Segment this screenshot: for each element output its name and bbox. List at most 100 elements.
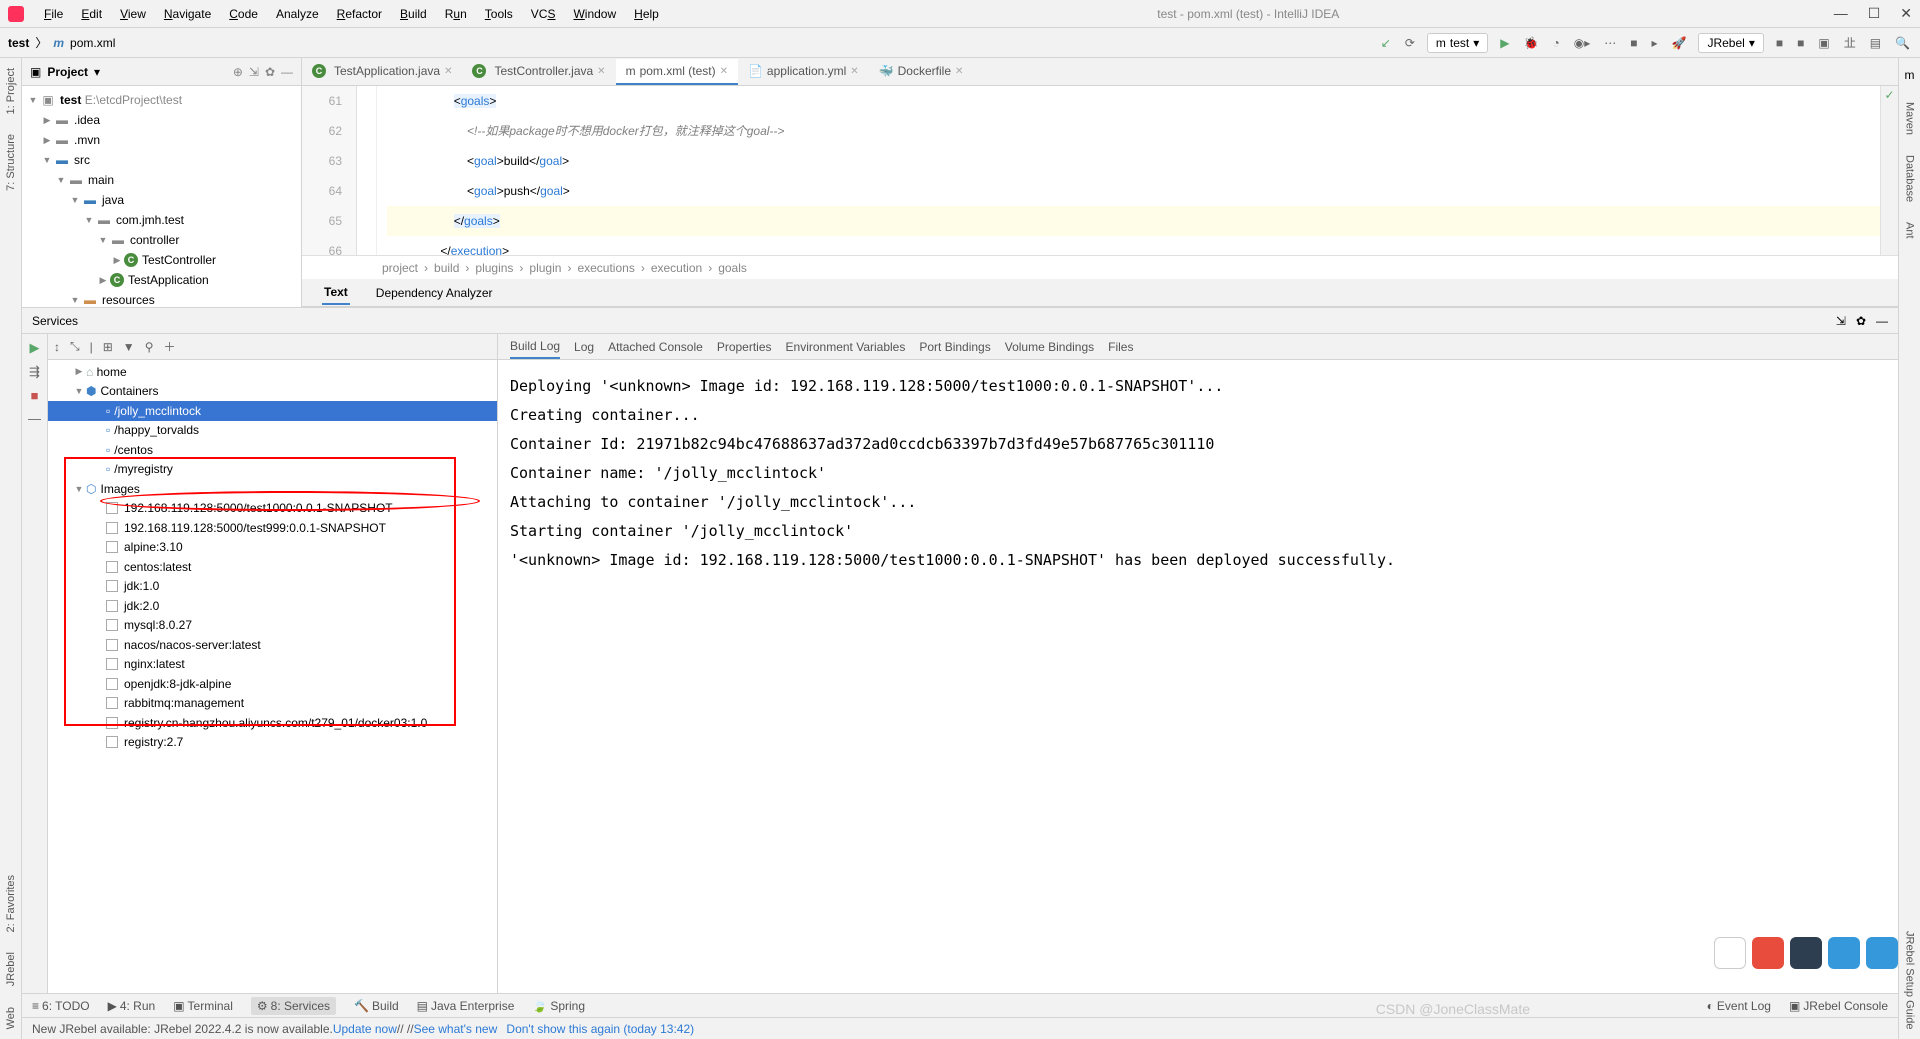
out-tab-env[interactable]: Environment Variables — [786, 336, 906, 358]
hide-icon[interactable]: — — [281, 65, 293, 79]
left-tab-web[interactable]: Web — [5, 1007, 17, 1029]
menu-file[interactable]: File — [40, 5, 67, 23]
collapse-icon[interactable]: ⇲ — [249, 65, 259, 79]
expand-icon[interactable]: ⇲ — [1836, 314, 1846, 328]
svc-image[interactable]: jdk:1.0 — [48, 577, 497, 597]
crumb[interactable]: goals — [718, 261, 747, 275]
left-tab-jrebel[interactable]: JRebel — [5, 952, 17, 986]
svc-image[interactable]: 192.168.119.128:5000/test1000:0.0.1-SNAP… — [48, 499, 497, 519]
out-tab-port[interactable]: Port Bindings — [919, 336, 990, 358]
tab-testapp[interactable]: CTestApplication.java✕ — [302, 59, 462, 85]
close-icon[interactable]: ✕ — [720, 66, 728, 77]
svc-image[interactable]: nginx:latest — [48, 655, 497, 675]
hide-icon[interactable]: — — [1876, 314, 1888, 328]
minimize-button[interactable]: — — [1834, 5, 1848, 22]
badge-icon[interactable] — [1866, 937, 1898, 969]
settings-icon[interactable]: ✿ — [265, 65, 275, 79]
run-config-combo[interactable]: mtest ▾ — [1427, 33, 1488, 53]
crumb[interactable]: build — [434, 261, 459, 275]
search-button[interactable]: 🔍 — [1893, 34, 1912, 52]
run-icon[interactable]: ▶ — [26, 340, 44, 356]
stop-icon[interactable]: ■ — [26, 388, 44, 403]
crumb[interactable]: executions — [577, 261, 634, 275]
status-update-link[interactable]: Update now — [333, 1022, 397, 1036]
tree-src[interactable]: ▼▬src — [22, 150, 301, 170]
gear-icon[interactable]: ✿ — [1856, 314, 1866, 328]
crumb-file[interactable]: pom.xml — [70, 36, 115, 50]
bt-terminal[interactable]: ▣ Terminal — [173, 999, 233, 1013]
svc-image[interactable]: centos:latest — [48, 557, 497, 577]
svc-home[interactable]: ▶⌂ home — [48, 362, 497, 382]
tree-controller[interactable]: ▼▬controller — [22, 230, 301, 250]
maximize-button[interactable]: ☐ — [1868, 5, 1881, 22]
out-tab-vol[interactable]: Volume Bindings — [1005, 336, 1094, 358]
menu-build[interactable]: Build — [396, 5, 431, 23]
menu-window[interactable]: Window — [569, 5, 620, 23]
crumb[interactable]: project — [382, 261, 418, 275]
subtab-text[interactable]: Text — [322, 281, 350, 305]
sync-button[interactable]: ⟳ — [1403, 34, 1417, 52]
close-button[interactable]: ✕ — [1900, 5, 1912, 22]
svc-image[interactable]: rabbitmq:management — [48, 694, 497, 714]
bt-spring[interactable]: 🍃 Spring — [532, 999, 585, 1013]
tab-testcontroller[interactable]: CTestController.java✕ — [462, 59, 615, 85]
debug-button[interactable]: 🐞 — [1522, 34, 1541, 52]
tree-java[interactable]: ▼▬java — [22, 190, 301, 210]
close-icon[interactable]: ✕ — [444, 66, 452, 77]
chevron-down-icon[interactable]: ▾ — [94, 65, 100, 79]
project-panel-title[interactable]: Project — [47, 65, 88, 79]
out-tab-files[interactable]: Files — [1108, 336, 1133, 358]
code-content[interactable]: <goals> <!--如果package时不想用docker打包，就注释掉这个… — [377, 86, 1880, 255]
collapse-all-icon[interactable]: ⤡ — [70, 339, 80, 354]
menu-refactor[interactable]: Refactor — [333, 5, 386, 23]
crumb[interactable]: execution — [651, 261, 702, 275]
right-tab-maven[interactable]: Maven — [1904, 102, 1916, 135]
jr-stop-button[interactable]: ■ — [1774, 34, 1785, 52]
menu-help[interactable]: Help — [630, 5, 663, 23]
tree-pkg[interactable]: ▼▬com.jmh.test — [22, 210, 301, 230]
status-whatsnew-link[interactable]: See what's new — [414, 1022, 498, 1036]
tree-mvn[interactable]: ▶▬.mvn — [22, 130, 301, 150]
tree-main[interactable]: ▼▬main — [22, 170, 301, 190]
svc-image[interactable]: registry:2.7 — [48, 733, 497, 753]
status-dontshow-link[interactable]: Don't show this again (today 13:42) — [506, 1022, 694, 1036]
tree-testapp[interactable]: ▶CTestApplication — [22, 270, 301, 290]
close-icon[interactable]: ✕ — [955, 66, 963, 77]
out-tab-log[interactable]: Log — [574, 336, 594, 358]
coverage-button[interactable]: ◔ — [1550, 34, 1561, 52]
right-tab-ant[interactable]: Ant — [1904, 222, 1916, 239]
left-tab-structure[interactable]: 7: Structure — [5, 134, 17, 191]
close-icon[interactable]: ✕ — [850, 66, 858, 77]
bt-jrc[interactable]: ▣ JRebel Console — [1789, 999, 1888, 1013]
code-editor[interactable]: 616263 64656667 <goals> <!--如果package时不想… — [302, 86, 1898, 255]
left-tab-project[interactable]: 1: Project — [5, 68, 17, 114]
left-tab-favorites[interactable]: 2: Favorites — [5, 875, 17, 932]
tab-appyml[interactable]: 📄application.yml✕ — [738, 59, 869, 85]
jr1-button[interactable]: ▸ — [1649, 34, 1659, 52]
svc-image[interactable]: mysql:8.0.27 — [48, 616, 497, 636]
filter-icon[interactable]: ▼ — [123, 340, 135, 354]
bt-build[interactable]: 🔨 Build — [354, 999, 399, 1013]
expand-all-icon[interactable]: ↕ — [54, 340, 60, 354]
tab-dockerfile[interactable]: 🐳Dockerfile✕ — [869, 59, 974, 85]
menu-view[interactable]: View — [116, 5, 150, 23]
right-tab-database[interactable]: Database — [1904, 155, 1916, 202]
locate-icon[interactable]: ⊕ — [233, 65, 243, 79]
menu-edit[interactable]: Edit — [77, 5, 106, 23]
console-output[interactable]: Deploying '<unknown> Image id: 192.168.1… — [498, 360, 1898, 993]
attach-button[interactable]: ⋯ — [1602, 34, 1618, 52]
crumb-root[interactable]: test — [8, 36, 29, 50]
crumb[interactable]: plugin — [529, 261, 561, 275]
menu-vcs[interactable]: VCS — [527, 5, 560, 23]
profile-button[interactable]: ◉▸ — [1572, 34, 1593, 52]
out-tab-prop[interactable]: Properties — [717, 336, 772, 358]
back-button[interactable]: ↙ — [1379, 34, 1393, 52]
structure-button[interactable]: ▤ — [1868, 34, 1883, 52]
jrebel-combo[interactable]: JRebel ▾ — [1698, 33, 1763, 53]
tree-testcontroller[interactable]: ▶CTestController — [22, 250, 301, 270]
svc-image[interactable]: registry.cn-hangzhou.aliyuncs.com/t279_0… — [48, 713, 497, 733]
jr-stop2-button[interactable]: ■ — [1795, 34, 1806, 52]
svc-containers[interactable]: ▼⬢Containers — [48, 382, 497, 402]
svc-container-3[interactable]: ▫/centos — [48, 440, 497, 460]
vcs-button[interactable]: ▣ — [1816, 34, 1831, 52]
